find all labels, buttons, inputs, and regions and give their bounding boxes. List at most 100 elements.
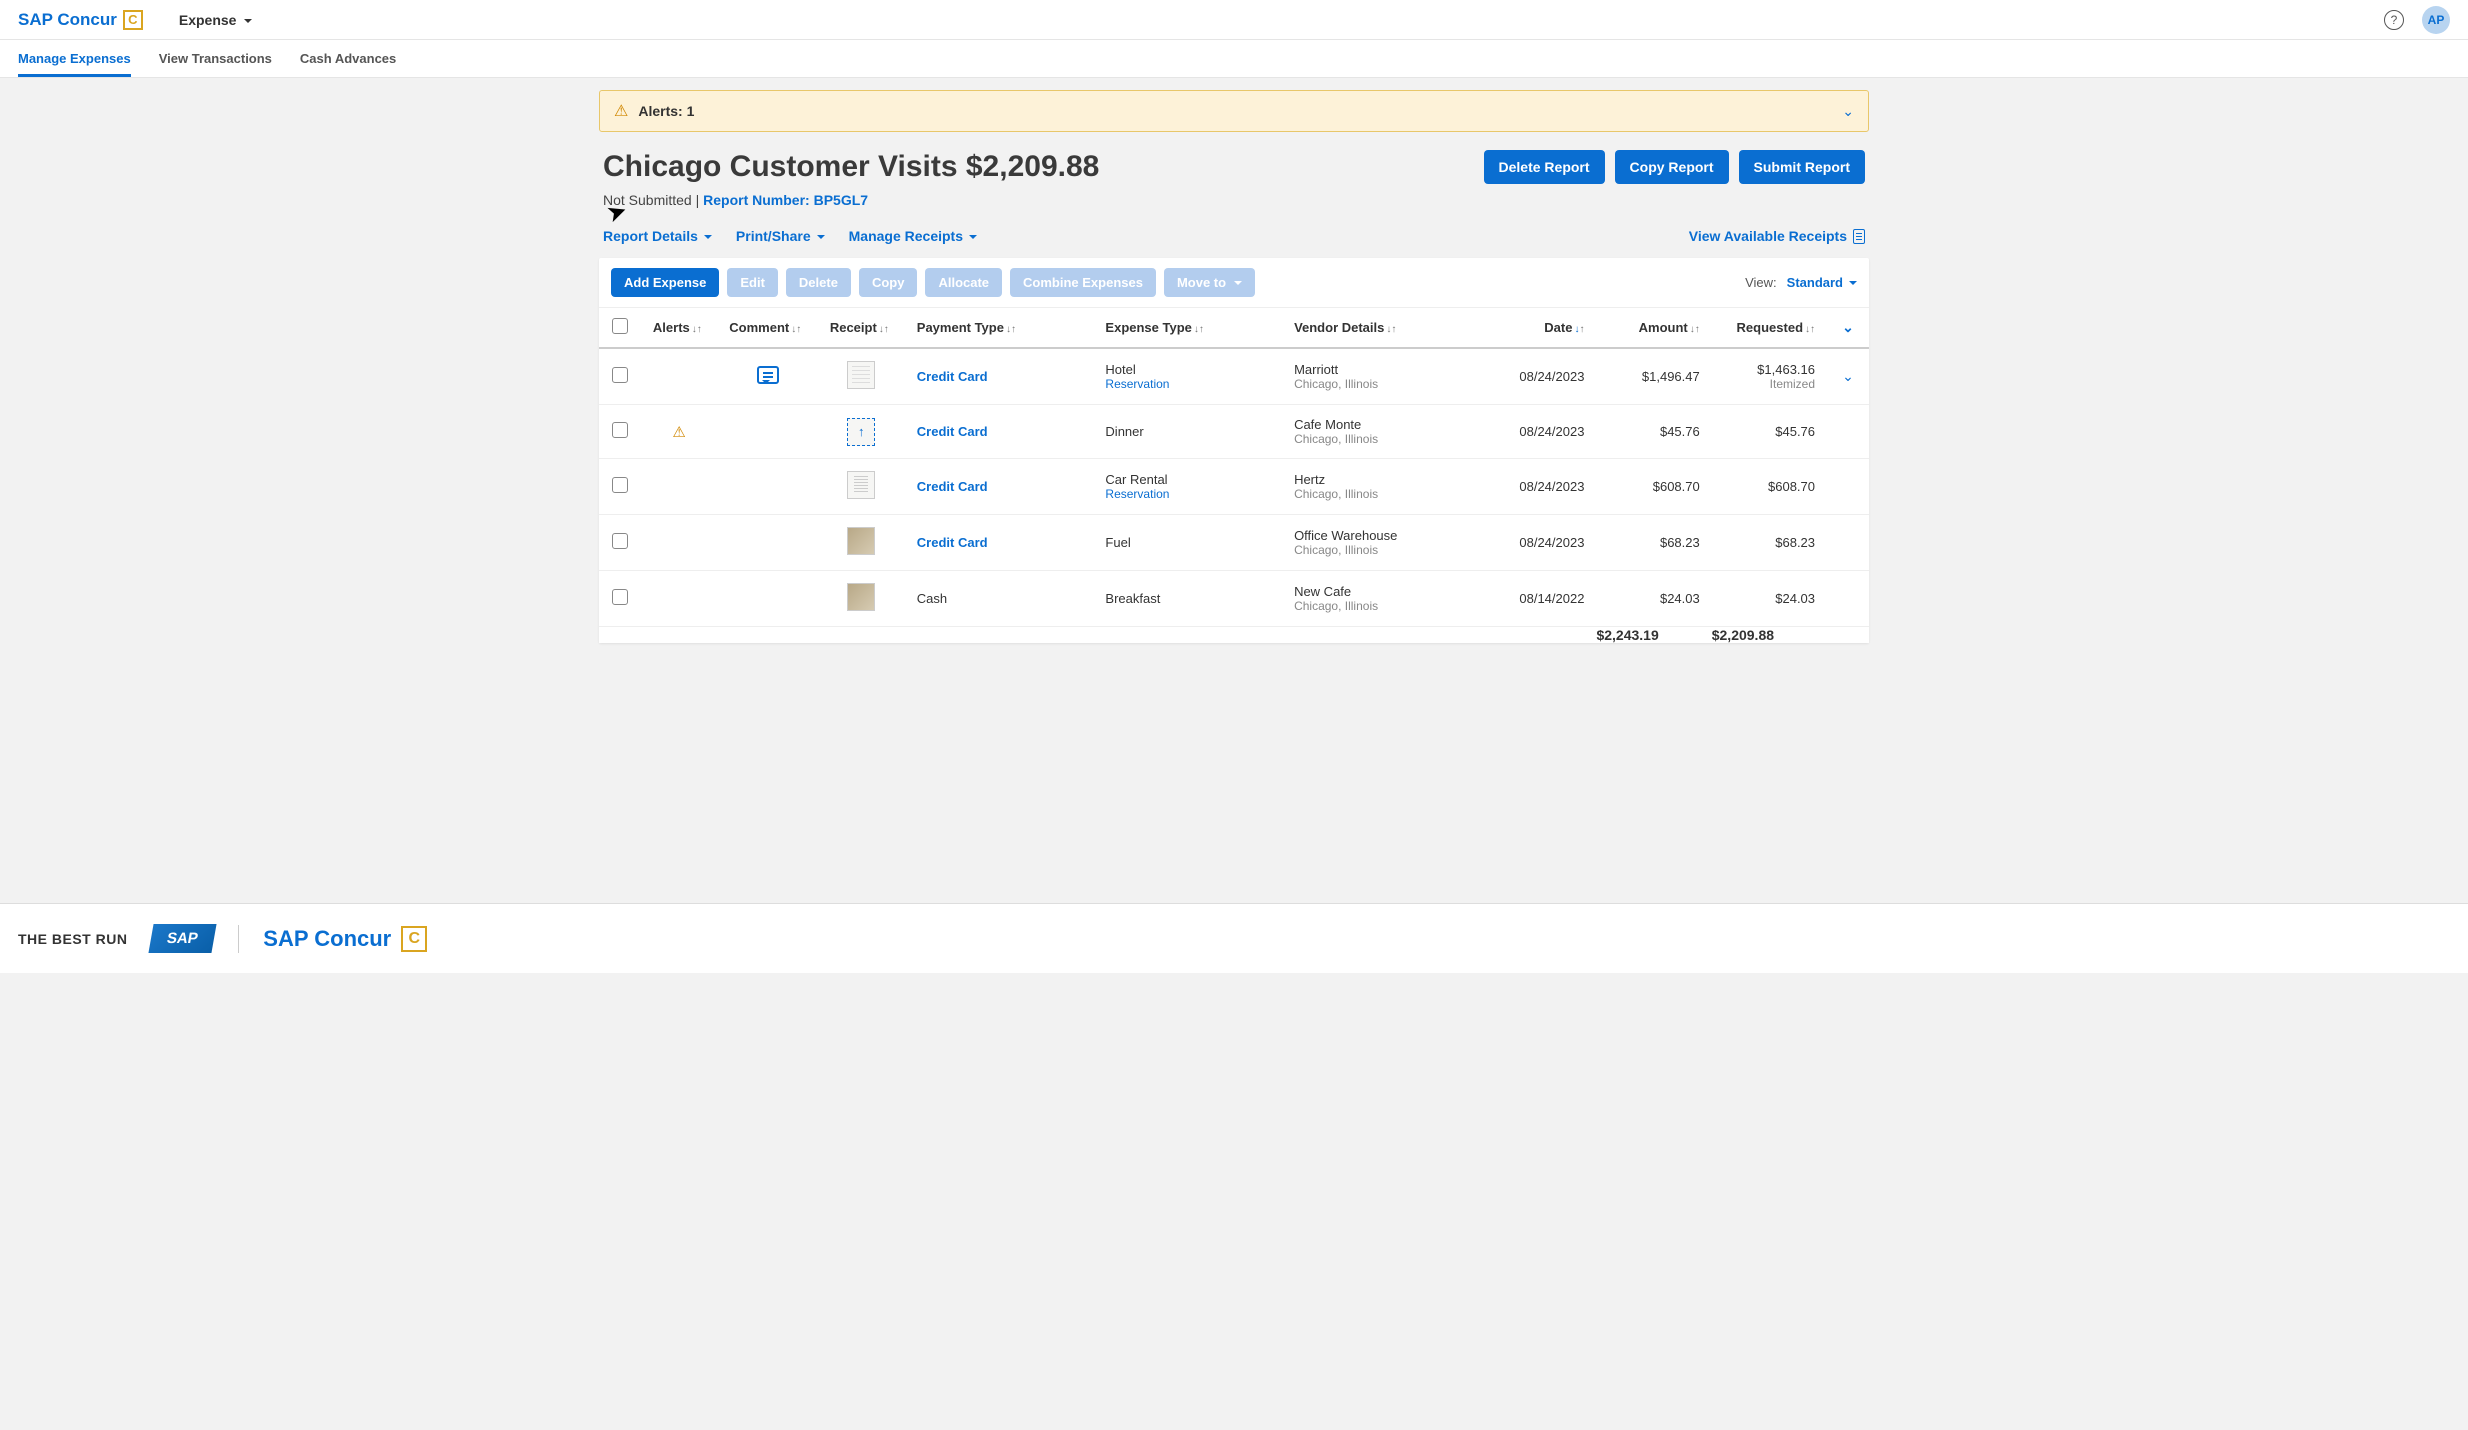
payment-type[interactable]: Credit Card [917,535,988,550]
tabs-bar: Manage Expenses View Transactions Cash A… [0,40,2468,78]
expense-type: Breakfast [1105,591,1270,606]
chevron-down-icon[interactable]: ⌄ [1842,103,1854,120]
totals-row: $2,243.19 $2,209.88 [599,627,1869,644]
alerts-banner[interactable]: ⚠ Alerts: 1 ⌄ [599,90,1869,132]
vendor-name: Hertz [1294,472,1480,487]
payment-type[interactable]: Credit Card [917,424,988,439]
expense-type: Dinner [1105,424,1270,439]
report-number[interactable]: Report Number: BP5GL7 [703,192,868,208]
expense-amount: $608.70 [1596,459,1711,515]
combine-expenses-button[interactable]: Combine Expenses [1010,268,1156,297]
title-bar: Chicago Customer Visits $2,209.88 Not Su… [599,150,1869,216]
tab-view-transactions[interactable]: View Transactions [159,41,272,77]
vendor-name: Cafe Monte [1294,417,1480,432]
edit-button[interactable]: Edit [727,268,778,297]
brand-badge-icon: C [401,926,427,952]
report-details-dropdown[interactable]: Report Details [603,228,712,244]
copy-button[interactable]: Copy [859,268,918,297]
col-receipt[interactable]: Receipt↓↑ [818,308,905,348]
footer-tagline: THE BEST RUN [18,931,127,947]
view-selector[interactable]: Standard [1787,275,1857,290]
col-expense-type[interactable]: Expense Type↓↑ [1093,308,1282,348]
view-available-receipts-link[interactable]: View Available Receipts [1689,228,1865,244]
row-checkbox[interactable] [612,477,628,493]
vendor-location: Chicago, Illinois [1294,599,1480,613]
chevron-down-icon[interactable]: ⌄ [1842,368,1854,385]
caret-down-icon [1232,275,1242,290]
expense-amount: $1,496.47 [1596,348,1711,405]
add-expense-button[interactable]: Add Expense [611,268,719,297]
row-checkbox[interactable] [612,367,628,383]
delete-button[interactable]: Delete [786,268,851,297]
chevron-down-icon[interactable]: ⌄ [1842,319,1854,336]
footer-divider [238,925,239,953]
row-checkbox[interactable] [612,422,628,438]
move-to-dropdown[interactable]: Move to [1164,268,1255,297]
table-row[interactable]: Credit CardHotelReservationMarriottChica… [599,348,1869,405]
caret-down-icon [702,228,712,244]
expense-subtype[interactable]: Reservation [1105,377,1270,391]
requested-sub: Itemized [1724,377,1815,391]
comment-icon[interactable] [757,366,779,384]
col-date[interactable]: Date↓↑ [1492,308,1597,348]
tab-manage-expenses[interactable]: Manage Expenses [18,41,131,77]
delete-report-button[interactable]: Delete Report [1484,150,1605,184]
footer: THE BEST RUN SAP SAP Concur C [0,903,2468,973]
requested-amount: $24.03 [1724,591,1815,606]
report-subline: Not Submitted | Report Number: BP5GL7 [603,192,1468,208]
vendor-name: Office Warehouse [1294,528,1480,543]
payment-type[interactable]: Credit Card [917,369,988,384]
row-checkbox[interactable] [612,533,628,549]
requested-amount: $45.76 [1724,424,1815,439]
page-title: Chicago Customer Visits $2,209.88 [603,150,1468,184]
expense-subtype[interactable]: Reservation [1105,487,1270,501]
tab-cash-advances[interactable]: Cash Advances [300,41,396,77]
expense-type: Fuel [1105,535,1270,550]
print-share-dropdown[interactable]: Print/Share [736,228,825,244]
expense-type: Hotel [1105,362,1270,377]
expense-menu[interactable]: Expense [179,12,253,28]
row-checkbox[interactable] [612,589,628,605]
receipt-icon [1853,229,1865,244]
allocate-button[interactable]: Allocate [925,268,1002,297]
receipt-thumbnail[interactable] [847,583,875,611]
col-vendor-details[interactable]: Vendor Details↓↑ [1282,308,1492,348]
expense-amount: $24.03 [1596,571,1711,627]
caret-down-icon [242,12,252,28]
brand-badge-icon: C [123,10,143,30]
col-amount[interactable]: Amount↓↑ [1596,308,1711,348]
expense-date: 08/24/2023 [1492,459,1597,515]
col-alerts[interactable]: Alerts↓↑ [641,308,717,348]
table-row[interactable]: ⚠↑Credit CardDinnerCafe MonteChicago, Il… [599,405,1869,459]
manage-receipts-dropdown[interactable]: Manage Receipts [849,228,977,244]
select-all-checkbox[interactable] [612,318,628,334]
payment-type[interactable]: Credit Card [917,479,988,494]
footer-brand: SAP Concur C [263,926,427,952]
table-row[interactable]: CashBreakfastNew CafeChicago, Illinois08… [599,571,1869,627]
view-label: View: [1745,275,1777,290]
help-icon[interactable]: ? [2384,10,2404,30]
payment-type[interactable]: Cash [917,591,947,606]
receipt-thumbnail[interactable] [847,527,875,555]
col-payment-type[interactable]: Payment Type↓↑ [905,308,1094,348]
sap-logo: SAP [149,924,217,953]
vendor-location: Chicago, Illinois [1294,543,1480,557]
table-row[interactable]: Credit Card Fuel Office WarehouseChicago, … [599,515,1869,571]
total-amount: $2,243.19 [1596,627,1711,644]
copy-report-button[interactable]: Copy Report [1615,150,1729,184]
expense-type: Car Rental [1105,472,1270,487]
vendor-name: Marriott [1294,362,1480,377]
receipt-thumbnail[interactable] [847,471,875,499]
col-comment[interactable]: Comment↓↑ [717,308,818,348]
caret-down-icon [967,228,977,244]
receipt-thumbnail[interactable]: ↑ [847,418,875,446]
avatar[interactable]: AP [2422,6,2450,34]
col-requested[interactable]: Requested↓↑ [1712,308,1827,348]
expense-date: 08/14/2022 [1492,571,1597,627]
warning-triangle-icon: ⚠ [614,101,628,121]
receipt-thumbnail[interactable] [847,361,875,389]
brand-logo[interactable]: SAP Concur C [18,10,143,30]
submit-report-button[interactable]: Submit Report [1739,150,1865,184]
table-row[interactable]: Credit CardCar RentalReservationHertzChi… [599,459,1869,515]
requested-amount: $1,463.16 [1724,362,1815,377]
